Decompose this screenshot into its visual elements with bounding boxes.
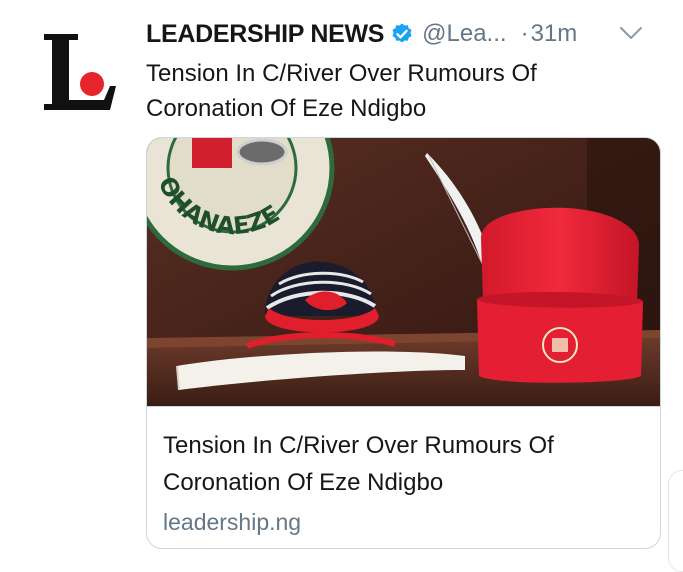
tweet-header: LEADERSHIP NEWS @Lea... · 31m: [146, 18, 666, 50]
adjacent-card-edge: [668, 470, 683, 572]
verified-badge-icon: [390, 22, 414, 46]
timestamp[interactable]: 31m: [531, 20, 578, 48]
card-image[interactable]: OHANAEZE: [147, 138, 660, 406]
author-name[interactable]: LEADERSHIP NEWS: [146, 20, 384, 49]
card-body[interactable]: Tension In C/River Over Rumours Of Coron…: [147, 406, 660, 548]
avatar[interactable]: L: [38, 30, 118, 116]
separator-dot: ·: [520, 20, 529, 47]
card-domain[interactable]: leadership.ng: [163, 509, 301, 536]
card-title[interactable]: Tension In C/River Over Rumours Of Coron…: [163, 427, 643, 501]
tweet[interactable]: L LEADERSHIP NEWS @Lea... · 31m Tension …: [0, 0, 683, 572]
svg-text:L: L: [38, 30, 39, 31]
chevron-down-icon[interactable]: [618, 22, 644, 49]
tweet-text: Tension In C/River Over Rumours Of Coron…: [146, 60, 537, 122]
link-card[interactable]: OHANAEZE Tension In C/River Over Rumours…: [146, 137, 661, 549]
leadership-logo: L: [38, 30, 116, 110]
author-handle[interactable]: @Lea...: [422, 20, 506, 48]
